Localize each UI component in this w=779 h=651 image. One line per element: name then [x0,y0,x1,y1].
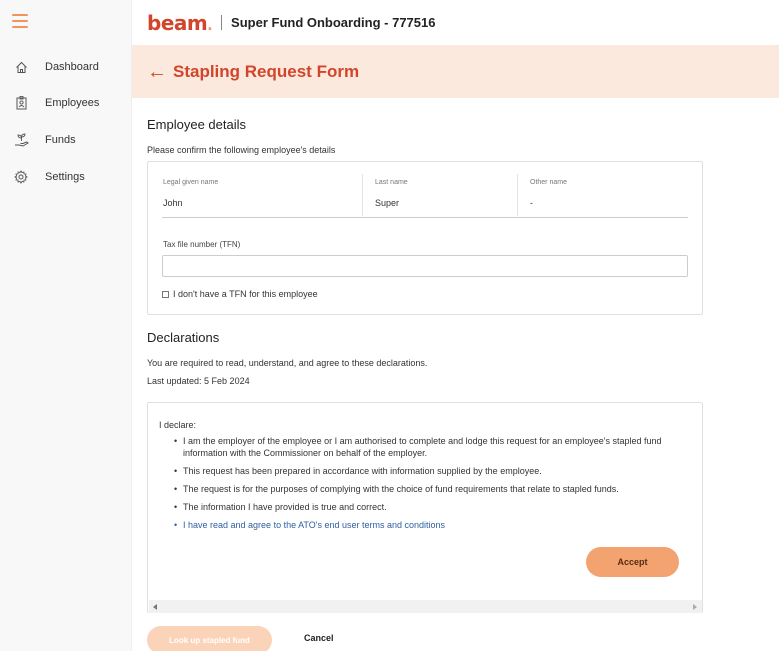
declaration-item: I am the employer of the employee or I a… [174,435,694,459]
look-up-stapled-fund-button[interactable]: Look up stapled fund [147,626,272,651]
declarations-instruction: You are required to read, understand, an… [147,358,428,368]
page-title-bar: ← Stapling Request Form [132,45,779,98]
sidebar-item-settings[interactable]: Settings [0,163,132,191]
last-updated-text: Last updated: 5 Feb 2024 [147,376,250,386]
scroll-right-arrow-icon[interactable] [693,604,697,610]
employee-details-instruction: Please confirm the following employee's … [147,145,336,155]
app-title: Super Fund Onboarding - 777516 [231,15,436,30]
employee-badge-icon [13,95,29,111]
tfn-label: Tax file number (TFN) [163,240,241,249]
cancel-button[interactable]: Cancel [304,633,334,643]
home-icon [13,59,29,75]
scroll-left-arrow-icon[interactable] [153,604,157,610]
page-title: Stapling Request Form [173,61,360,81]
gear-icon [13,169,29,185]
divider [221,15,223,30]
beam-logo[interactable]: beam. [147,11,213,35]
sidebar-item-label: Dashboard [45,61,99,73]
other-name-label: Other name [530,179,567,186]
sidebar-item-dashboard[interactable]: Dashboard [0,53,132,81]
field-underline [162,217,688,218]
sidebar-item-label: Funds [45,134,76,146]
employee-details-heading: Employee details [147,117,246,132]
employee-details-card: Legal given name John Last name Super Ot… [147,161,703,315]
given-name-label: Legal given name [163,179,219,186]
hamburger-menu-icon[interactable] [12,14,28,28]
last-name-value: Super [375,198,400,208]
top-bar: beam. Super Fund Onboarding - 777516 [132,0,779,45]
declaration-intro: I declare: [159,420,197,430]
declaration-item: The information I have provided is true … [174,501,694,513]
given-name-value: John [163,198,183,208]
sidebar-item-label: Settings [45,171,85,183]
no-tfn-label: I don't have a TFN for this employee [173,289,318,299]
back-arrow-icon[interactable]: ← [147,62,167,82]
other-name-value: - [530,198,533,208]
terms-and-conditions-link[interactable]: I have read and agree to the ATO's end u… [174,519,694,531]
declaration-list: I am the employer of the employee or I a… [174,435,694,537]
sidebar-item-funds[interactable]: Funds [0,126,132,154]
declaration-item: The request is for the purposes of compl… [174,483,694,495]
accept-button[interactable]: Accept [586,547,679,577]
horizontal-scrollbar[interactable] [149,600,702,613]
last-name-label: Last name [375,179,408,186]
field-divider [517,174,518,216]
sidebar-item-label: Employees [45,97,100,109]
sidebar-item-employees[interactable]: Employees [0,89,132,117]
sidebar: Dashboard Employees Funds Settings [0,0,132,651]
declarations-box: I declare: I am the employer of the empl… [147,402,703,613]
no-tfn-checkbox-row[interactable]: I don't have a TFN for this employee [162,289,318,299]
declaration-item: This request has been prepared in accord… [174,465,694,477]
plant-hand-icon [13,132,29,148]
no-tfn-checkbox[interactable] [162,290,169,298]
declarations-heading: Declarations [147,330,220,345]
tfn-input[interactable] [162,255,688,277]
field-divider [362,174,363,216]
